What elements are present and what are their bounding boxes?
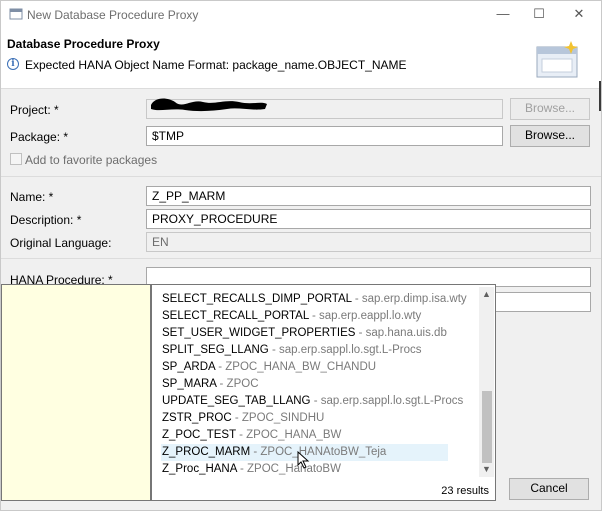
list-item[interactable]: Z_Proc_HANA - ZPOC_HanatoBW [162, 461, 341, 478]
header-message: Expected HANA Object Name Format: packag… [25, 58, 407, 72]
list-item[interactable]: SELECT_RECALL_PORTAL - sap.erp.eappl.lo.… [162, 308, 421, 325]
maximize-icon[interactable]: ☐ [529, 5, 549, 23]
name-field[interactable]: Z_PP_MARM [146, 186, 591, 206]
list-item[interactable]: SPLIT_SEG_LLANG - sap.erp.sappl.lo.sgt.L… [162, 342, 422, 359]
separator [1, 258, 601, 259]
list-item[interactable]: SELECT_RECALLS_DIMP_PORTAL - sap.erp.dim… [162, 291, 467, 308]
popup-scrollbar[interactable]: ▲ ▼ [479, 287, 494, 477]
favorite-checkbox[interactable] [10, 153, 22, 165]
list-item[interactable]: ZSTR_PROC - ZPOC_SINDHU [162, 410, 324, 427]
wizard-header: Database Procedure Proxy i Expected HANA… [1, 29, 601, 89]
page-title: Database Procedure Proxy [7, 37, 160, 51]
list-item[interactable]: SP_ARDA - ZPOC_HANA_BW_CHANDU [162, 359, 376, 376]
package-label: Package: * [10, 130, 69, 144]
original-language-label: Original Language: [10, 236, 112, 250]
cancel-button[interactable]: Cancel [509, 478, 589, 500]
name-label: Name: * [10, 190, 54, 204]
package-field[interactable]: $TMP [146, 126, 503, 146]
close-icon[interactable]: ✕ [569, 5, 589, 23]
description-field[interactable]: PROXY_PROCEDURE [146, 209, 591, 229]
list-item[interactable]: Z_POC_TEST - ZPOC_HANA_BW [162, 427, 341, 444]
package-browse-button[interactable]: Browse... [510, 125, 590, 147]
app-icon [9, 8, 23, 20]
chevron-down-icon[interactable]: ▼ [479, 462, 494, 477]
original-language-field: EN [146, 232, 591, 252]
title-bar: New Database Procedure Proxy — ☐ ✕ [1, 1, 601, 29]
list-item[interactable]: UPDATE_SEG_TAB_LLANG - sap.erp.sappl.lo.… [162, 393, 463, 410]
scrollbar-thumb[interactable] [482, 391, 492, 463]
chevron-up-icon[interactable]: ▲ [479, 287, 494, 302]
tooltip-panel [1, 284, 151, 501]
autocomplete-popup[interactable]: SELECT_RECALLS_DIMP_PORTAL - sap.erp.dim… [151, 284, 496, 501]
minimize-icon[interactable]: — [493, 5, 513, 23]
list-item[interactable]: SP_MARA - ZPOC [162, 376, 259, 393]
info-icon: i [7, 58, 19, 70]
list-item[interactable]: SET_USER_WIDGET_PROPERTIES - sap.hana.ui… [162, 325, 447, 342]
description-label: Description: * [10, 213, 82, 227]
results-count: 23 results [441, 485, 489, 497]
project-browse-button[interactable]: Browse... [510, 98, 590, 120]
favorite-label: Add to favorite packages [25, 153, 158, 167]
dialog-window: New Database Procedure Proxy — ☐ ✕ Datab… [0, 0, 602, 511]
wizard-banner-icon [536, 41, 578, 78]
window-edge [599, 81, 601, 111]
mouse-cursor-icon [297, 451, 310, 469]
window-title: New Database Procedure Proxy [27, 8, 199, 22]
redacted-project-name [151, 98, 267, 112]
project-label: Project: * [10, 103, 59, 117]
separator [1, 176, 601, 177]
